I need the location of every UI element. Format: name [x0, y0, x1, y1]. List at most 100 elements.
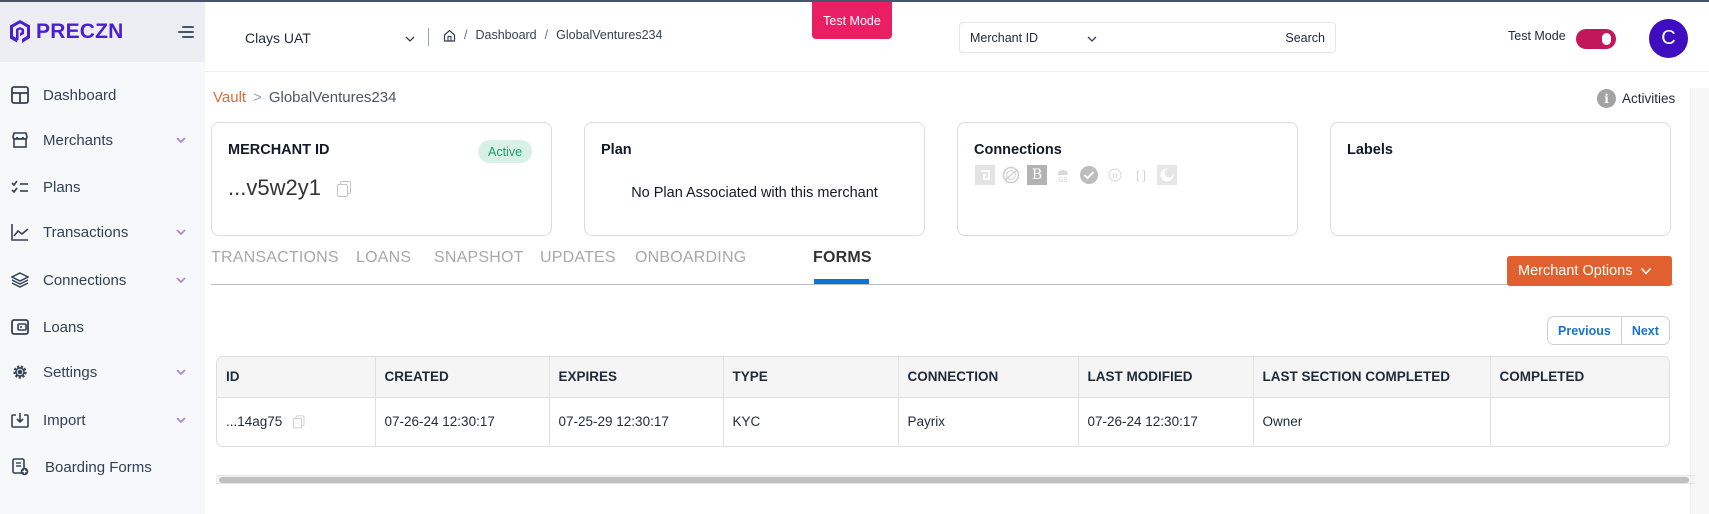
search-input[interactable]	[1110, 26, 1280, 50]
column-header-expires[interactable]: EXPIRES	[549, 357, 724, 398]
environment-selector[interactable]: Clays UAT	[245, 30, 311, 46]
page-breadcrumb: Vault > GlobalVentures234	[213, 89, 396, 106]
test-mode-toggle[interactable]	[1576, 29, 1616, 49]
column-header-type[interactable]: TYPE	[723, 357, 899, 398]
form-id-text: ...14ag75	[226, 414, 283, 430]
connection-b-icon[interactable]: B	[1027, 165, 1047, 185]
sidebar-item-loans[interactable]: Loans	[0, 307, 205, 347]
user-avatar[interactable]: C	[1649, 19, 1688, 58]
column-header-completed[interactable]: COMPLETED	[1490, 357, 1669, 398]
sidebar-item-label: Connections	[43, 271, 127, 289]
status-badge: Active	[478, 140, 533, 163]
tab-snapshot[interactable]: SNAPSHOT	[434, 249, 524, 267]
svg-text:GS: GS	[1059, 178, 1068, 183]
next-button[interactable]: Next	[1620, 317, 1669, 344]
card-title: MERCHANT ID	[228, 142, 330, 158]
tab-forms[interactable]: FORMS	[813, 249, 872, 267]
top-header: Clays UAT / Dashboard / GlobalVentures23…	[205, 2, 1709, 72]
brand-name: PRECZN	[36, 20, 124, 43]
brand-logo[interactable]: PRECZN	[8, 19, 124, 45]
merchant-search: Merchant ID Search	[959, 22, 1336, 53]
copy-icon[interactable]	[336, 180, 351, 197]
chevron-down-icon[interactable]	[175, 366, 187, 378]
sidebar-item-label: Import	[43, 411, 86, 429]
sidebar-item-label: Settings	[43, 363, 98, 381]
column-header-last-modified[interactable]: LAST MODIFIED	[1078, 357, 1254, 398]
connection-gs-icon[interactable]: GS	[1053, 165, 1073, 185]
merchant-options-button[interactable]: Merchant Options	[1507, 256, 1672, 286]
main-content: Vault > GlobalVentures234 i Activities M…	[205, 73, 1709, 514]
chevron-down-icon[interactable]	[405, 34, 415, 44]
sidebar-item-label: Dashboard	[43, 86, 117, 104]
card-title: Labels	[1347, 142, 1393, 158]
labels-card: Labels	[1330, 122, 1671, 236]
table-row[interactable]: ...14ag75 07-26-24 12:30:17 07-25-29 12:…	[217, 397, 1669, 446]
sidebar-item-boarding-forms[interactable]: Boarding Forms	[0, 447, 205, 487]
checklist-icon	[10, 177, 30, 197]
connection-globe-icon[interactable]	[1001, 165, 1021, 185]
info-icon: i	[1597, 89, 1616, 108]
cell-last-section-completed: Owner	[1253, 397, 1491, 446]
dashboard-icon	[10, 85, 30, 105]
tab-updates[interactable]: UPDATES	[540, 249, 616, 267]
table-header-row: ID CREATED EXPIRES TYPE CONNECTION LAST …	[217, 357, 1669, 398]
merchant-id-value: ...v5w2y1	[228, 175, 351, 201]
cell-last-modified: 07-26-24 12:30:17	[1078, 397, 1254, 446]
column-header-id[interactable]: ID	[217, 357, 376, 398]
column-header-connection[interactable]: CONNECTION	[898, 357, 1079, 398]
home-icon[interactable]	[443, 29, 456, 42]
connection-icons: B GS n [ ]	[975, 165, 1177, 185]
breadcrumb: / Dashboard / GlobalVentures234	[443, 28, 662, 42]
sidebar-item-plans[interactable]: Plans	[0, 167, 205, 207]
sidebar-item-label: Boarding Forms	[45, 458, 152, 476]
chevron-down-icon[interactable]	[1087, 34, 1097, 44]
sidebar-item-label: Loans	[43, 318, 84, 336]
copy-icon[interactable]	[293, 415, 305, 429]
chevron-down-icon[interactable]	[175, 134, 187, 146]
activities-button[interactable]: i Activities	[1597, 89, 1675, 108]
connection-n-icon[interactable]: n	[1105, 165, 1125, 185]
search-button[interactable]: Search	[1285, 31, 1325, 45]
chart-line-icon	[10, 222, 30, 242]
connection-bracket-icon[interactable]: [ ]	[1131, 165, 1151, 185]
activities-label: Activities	[1622, 91, 1676, 106]
sidebar-collapse-icon[interactable]	[178, 26, 194, 38]
test-mode-badge: Test Mode	[812, 2, 892, 39]
scrollbar-thumb[interactable]	[219, 477, 1689, 483]
sidebar-item-dashboard[interactable]: Dashboard	[0, 75, 205, 115]
sidebar-item-transactions[interactable]: Transactions	[0, 212, 205, 252]
tab-transactions[interactable]: TRANSACTIONS	[211, 249, 339, 267]
breadcrumb-separator: /	[544, 28, 549, 42]
tab-onboarding[interactable]: ONBOARDING	[635, 249, 746, 267]
sidebar-item-settings[interactable]: Settings	[0, 352, 205, 392]
column-header-last-section-completed[interactable]: LAST SECTION COMPLETED	[1253, 357, 1491, 398]
sidebar-item-import[interactable]: Import	[0, 400, 205, 440]
tab-loans[interactable]: LOANS	[356, 249, 411, 267]
column-header-created[interactable]: CREATED	[375, 357, 550, 398]
forms-table: ID CREATED EXPIRES TYPE CONNECTION LAST …	[216, 356, 1670, 447]
horizontal-scrollbar[interactable]	[216, 475, 1695, 484]
sidebar-item-connections[interactable]: Connections	[0, 260, 205, 300]
connection-moon-icon[interactable]	[1157, 165, 1177, 185]
active-tab-indicator	[814, 279, 869, 284]
preczn-logo-icon	[10, 20, 30, 43]
search-field-select[interactable]: Merchant ID	[970, 31, 1038, 45]
breadcrumb-dashboard[interactable]: Dashboard	[475, 28, 536, 42]
chevron-down-icon[interactable]	[175, 226, 187, 238]
import-icon	[10, 410, 30, 430]
breadcrumb-vault-link[interactable]: Vault	[213, 89, 246, 106]
connections-card: Connections B GS n [ ]	[957, 122, 1298, 236]
card-title: Connections	[974, 142, 1062, 158]
previous-button[interactable]: Previous	[1548, 317, 1621, 344]
sidebar-item-label: Transactions	[43, 223, 129, 241]
merchant-id-card: MERCHANT ID Active ...v5w2y1	[211, 122, 552, 236]
sidebar-item-label: Merchants	[43, 131, 114, 149]
sidebar-item-merchants[interactable]: Merchants	[0, 120, 205, 160]
cell-completed	[1490, 397, 1669, 446]
connection-check-icon[interactable]	[1079, 165, 1099, 185]
chevron-down-icon[interactable]	[175, 274, 187, 286]
layers-icon	[10, 270, 30, 290]
sidebar: PRECZN Dashboard Merchants Plans Transac…	[0, 2, 205, 514]
chevron-down-icon[interactable]	[175, 414, 187, 426]
connection-a-icon[interactable]	[975, 165, 995, 185]
